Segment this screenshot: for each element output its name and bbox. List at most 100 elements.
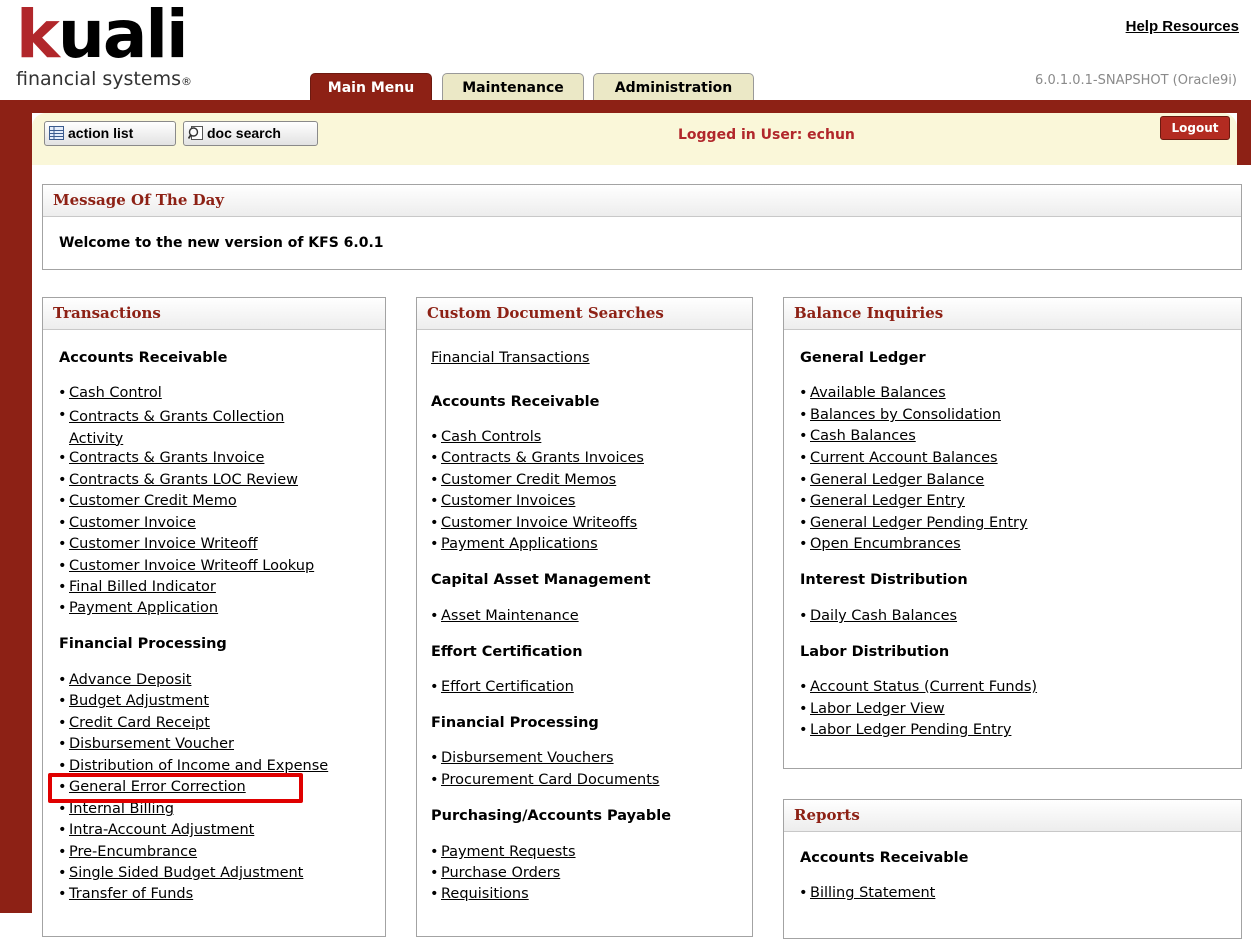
bullet [799, 679, 808, 695]
menu-link[interactable]: Payment Application [69, 600, 218, 616]
bullet [58, 693, 67, 709]
bullet [430, 679, 439, 695]
menu-link[interactable]: General Ledger Balance [810, 472, 984, 488]
bullet [58, 758, 67, 774]
bullet [58, 886, 67, 902]
menu-link[interactable]: Contracts & Grants Invoice [69, 450, 264, 466]
bullet [799, 536, 808, 552]
bullet [430, 536, 439, 552]
bullet [58, 672, 67, 688]
menu-link[interactable]: Internal Billing [69, 801, 174, 817]
menu-link[interactable]: Pre-Encumbrance [69, 844, 197, 860]
menu-link[interactable]: Disbursement Voucher [69, 736, 234, 752]
bullet [799, 428, 808, 444]
panel-title: Custom Document Searches [417, 298, 752, 330]
menu-link[interactable]: General Ledger Entry [810, 493, 965, 509]
menu-link[interactable]: Procurement Card Documents [441, 772, 659, 788]
menu-link[interactable]: Disbursement Vouchers [441, 750, 614, 766]
bullet [430, 515, 439, 531]
menu-link[interactable]: Customer Invoice [69, 515, 196, 531]
balance-inquiries-panel: Balance Inquiries General Ledger Availab… [783, 297, 1242, 769]
bullet [799, 608, 808, 624]
menu-link[interactable]: Contracts & Grants LOC Review [69, 472, 298, 488]
menu-link[interactable]: Payment Requests [441, 844, 576, 860]
bullet [430, 493, 439, 509]
bullet [58, 536, 67, 552]
menu-link[interactable]: Distribution of Income and Expense [69, 758, 328, 774]
bullet [799, 885, 808, 901]
panel-title: Reports [784, 800, 1241, 832]
menu-link[interactable]: Financial Transactions [431, 350, 590, 366]
menu-link[interactable]: Customer Credit Memos [441, 472, 616, 488]
menu-link[interactable]: Cash Balances [810, 428, 916, 444]
menu-link[interactable]: Customer Invoice Writeoff [69, 536, 258, 552]
logout-button[interactable]: Logout [1160, 116, 1230, 140]
section-heading: Accounts Receivable [59, 350, 228, 366]
menu-link[interactable]: Customer Invoice Writeoff Lookup [69, 558, 314, 574]
reports-panel: Reports Accounts Receivable Billing Stat… [783, 799, 1242, 939]
menu-link[interactable]: Customer Invoice Writeoffs [441, 515, 637, 531]
tab-administration[interactable]: Administration [593, 73, 754, 101]
menu-link[interactable]: Final Billed Indicator [69, 579, 216, 595]
bullet [58, 450, 67, 466]
menu-link[interactable]: Intra-Account Adjustment [69, 822, 254, 838]
bullet [799, 515, 808, 531]
action-list-button[interactable]: action list [44, 121, 176, 146]
bullet [58, 715, 67, 731]
highlight-box [48, 773, 303, 803]
menu-link[interactable]: Asset Maintenance [441, 608, 579, 624]
menu-link[interactable]: Credit Card Receipt [69, 715, 210, 731]
bullet [430, 865, 439, 881]
bullet [430, 608, 439, 624]
menu-link[interactable]: Open Encumbrances [810, 536, 961, 552]
bullet [799, 701, 808, 717]
menu-link[interactable]: Billing Statement [810, 885, 935, 901]
menu-link[interactable]: Cash Controls [441, 429, 541, 445]
bullet [58, 385, 67, 401]
bullet [799, 407, 808, 423]
menu-link[interactable]: Balances by Consolidation [810, 407, 1001, 423]
bullet [799, 722, 808, 738]
menu-link[interactable]: Budget Adjustment [69, 693, 209, 709]
frame-left-border [0, 100, 32, 913]
menu-link[interactable]: Contracts & Grants Collection Activity [69, 407, 329, 450]
menu-link[interactable]: Contracts & Grants Invoices [441, 450, 644, 466]
tab-main-menu[interactable]: Main Menu [310, 73, 432, 101]
bullet [430, 750, 439, 766]
bullet [58, 515, 67, 531]
menu-link[interactable]: Account Status (Current Funds) [810, 679, 1037, 695]
bullet [58, 865, 67, 881]
menu-link[interactable]: Customer Invoices [441, 493, 575, 509]
bullet [430, 429, 439, 445]
bullet [58, 493, 67, 509]
menu-link[interactable]: Available Balances [810, 385, 946, 401]
menu-link[interactable]: Transfer of Funds [69, 886, 193, 902]
bullet [799, 450, 808, 466]
section-heading: Accounts Receivable [431, 394, 600, 410]
tab-maintenance[interactable]: Maintenance [442, 73, 584, 101]
version-label: 6.0.1.0.1-SNAPSHOT (Oracle9i) [1035, 73, 1237, 88]
bullet [58, 844, 67, 860]
menu-link[interactable]: Payment Applications [441, 536, 598, 552]
menu-link[interactable]: Effort Certification [441, 679, 574, 695]
menu-link[interactable]: Advance Deposit [69, 672, 191, 688]
menu-link[interactable]: Cash Control [69, 385, 162, 401]
menu-link[interactable]: Labor Ledger Pending Entry [810, 722, 1011, 738]
menu-link[interactable]: Single Sided Budget Adjustment [69, 865, 303, 881]
menu-link[interactable]: General Ledger Pending Entry [810, 515, 1028, 531]
logo-subtitle: financial systems® [16, 68, 192, 90]
section-heading: Financial Processing [59, 636, 227, 652]
bullet [799, 472, 808, 488]
bullet [58, 407, 67, 423]
menu-link[interactable]: Customer Credit Memo [69, 493, 237, 509]
menu-link[interactable]: Current Account Balances [810, 450, 998, 466]
menu-link[interactable]: Requisitions [441, 886, 529, 902]
doc-search-button[interactable]: doc search [183, 121, 318, 146]
bullet [58, 600, 67, 616]
bullet [430, 772, 439, 788]
help-resources-link[interactable]: Help Resources [1126, 18, 1239, 35]
menu-link[interactable]: Labor Ledger View [810, 701, 945, 717]
menu-link[interactable]: Purchase Orders [441, 865, 560, 881]
panel-title: Transactions [43, 298, 385, 330]
menu-link[interactable]: Daily Cash Balances [810, 608, 957, 624]
